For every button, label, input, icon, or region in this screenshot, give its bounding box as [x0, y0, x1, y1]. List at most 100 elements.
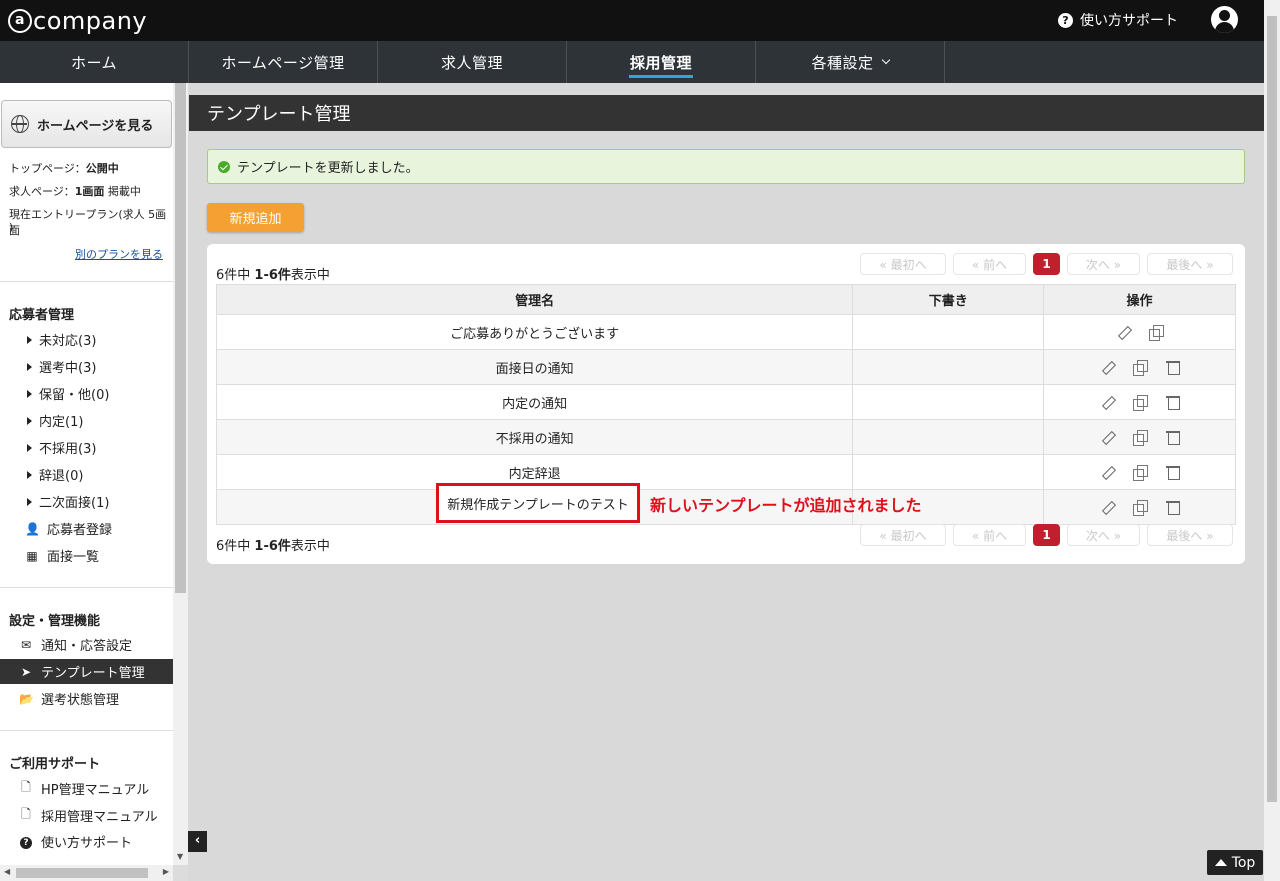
edit-pencil-icon[interactable]	[1116, 325, 1130, 339]
table-row: 不採用の通知	[215, 419, 1236, 455]
edit-pencil-icon[interactable]	[1100, 500, 1114, 514]
trash-icon[interactable]	[1165, 360, 1180, 375]
prev-page-button[interactable]: « 前へ	[953, 524, 1026, 546]
trash-icon[interactable]	[1165, 500, 1180, 515]
nav-home-label: ホーム	[70, 53, 118, 72]
copy-icon[interactable]	[1132, 465, 1148, 481]
column-header-name: 管理名	[215, 284, 854, 315]
edit-pencil-icon[interactable]	[1100, 430, 1114, 444]
template-list-panel: 6件中 1-6件表示中 « 最初へ « 前へ 1 次へ » 最後へ » 管理名 …	[207, 244, 1245, 564]
user-plus-icon: 👤	[25, 521, 40, 536]
first-page-button[interactable]: « 最初へ	[860, 253, 946, 275]
actions-cell	[1043, 314, 1236, 350]
trash-icon[interactable]	[1165, 395, 1180, 410]
caret-right-icon	[27, 497, 32, 506]
sidebar-item-offer[interactable]: 内定(1)	[0, 408, 173, 433]
support-section-title: ご利用サポート	[9, 757, 101, 772]
pagination-top: « 最初へ « 前へ 1 次へ » 最後へ »	[860, 253, 1233, 275]
sidebar-item-status-management[interactable]: 📂 選考状態管理	[0, 686, 173, 711]
last-page-button[interactable]: 最後へ »	[1147, 524, 1233, 546]
edit-pencil-icon[interactable]	[1100, 395, 1114, 409]
nav-recruitment-management[interactable]: 採用管理	[567, 41, 756, 83]
page-title: テンプレート管理	[189, 95, 1264, 131]
sidebar-item-declined[interactable]: 辞退(0)	[0, 462, 173, 487]
collapse-sidebar-button[interactable]: ‹	[188, 831, 207, 852]
sidebar-item-register-applicant[interactable]: 👤 応募者登録	[0, 516, 173, 541]
copy-icon[interactable]	[1132, 500, 1148, 516]
add-new-button[interactable]: 新規追加	[207, 203, 304, 232]
sidebar-item-hp-manual[interactable]: 🗋 HP管理マニュアル	[0, 776, 173, 801]
next-page-button[interactable]: 次へ »	[1067, 253, 1140, 275]
sidebar-item-label: テンプレート管理	[41, 666, 145, 681]
actions-cell	[1043, 384, 1236, 420]
sidebar-item-label: 選考中(3)	[39, 361, 97, 376]
sidebar-horizontal-scrollbar[interactable]: ◀ ▶	[0, 865, 173, 881]
sidebar-item-usage-support[interactable]: ? 使い方サポート	[0, 829, 173, 854]
sidebar-item-notification-settings[interactable]: ✉ 通知・応答設定	[0, 632, 173, 657]
calendar-icon: ▦	[26, 548, 38, 563]
globe-icon	[11, 115, 29, 133]
table-row: 面接日の通知	[215, 349, 1236, 385]
prev-page-button[interactable]: « 前へ	[953, 253, 1026, 275]
caret-right-icon	[27, 389, 32, 398]
next-page-button[interactable]: 次へ »	[1067, 524, 1140, 546]
view-homepage-label: ホームページを見る	[37, 118, 154, 134]
nav-job-management[interactable]: 求人管理	[378, 41, 567, 83]
trash-icon[interactable]	[1165, 465, 1180, 480]
sidebar-item-label: HP管理マニュアル	[41, 783, 150, 798]
settings-section-title: 設定・管理機能	[9, 614, 101, 629]
sidebar-item-second-interview[interactable]: 二次面接(1)	[0, 489, 173, 514]
caret-right-icon	[27, 443, 32, 452]
annotation-text: 新しいテンプレートが追加されました	[650, 496, 922, 515]
current-plan-cont: )	[9, 221, 14, 234]
question-circle-icon: ?	[1058, 12, 1073, 28]
sidebar-item-label: 未対応(3)	[39, 334, 97, 349]
top-label: Top	[1231, 854, 1256, 871]
column-header-draft: 下書き	[852, 284, 1045, 315]
nav-settings-dropdown[interactable]: 各種設定	[756, 41, 945, 83]
page-scrollbar[interactable]	[1264, 0, 1280, 881]
actions-cell	[1043, 349, 1236, 385]
current-page-button[interactable]: 1	[1033, 524, 1060, 546]
edit-pencil-icon[interactable]	[1100, 360, 1114, 374]
edit-pencil-icon[interactable]	[1100, 465, 1114, 479]
sidebar-item-pending[interactable]: 保留・他(0)	[0, 381, 173, 406]
copy-icon[interactable]	[1132, 360, 1148, 376]
table-row: 内定辞退	[215, 454, 1236, 490]
sidebar-item-template-management[interactable]: ➤ テンプレート管理	[0, 659, 173, 684]
nav-homepage-management[interactable]: ホームページ管理	[189, 41, 378, 83]
caret-right-icon	[27, 362, 32, 371]
sidebar-item-rejected[interactable]: 不採用(3)	[0, 435, 173, 460]
support-link[interactable]: ? 使い方サポート	[1058, 10, 1178, 30]
back-to-top-button[interactable]: Top	[1207, 850, 1263, 875]
question-circle-icon: ?	[19, 834, 33, 849]
company-logo[interactable]: a company	[8, 7, 147, 35]
highlighted-new-template: 新規作成テンプレートのテスト	[436, 483, 640, 523]
current-page-button[interactable]: 1	[1033, 253, 1060, 275]
other-plan-link[interactable]: 別のプランを見る	[75, 246, 163, 262]
sidebar-item-screening[interactable]: 選考中(3)	[0, 354, 173, 379]
sidebar-scrollbar[interactable]: ▼	[173, 83, 188, 865]
user-avatar-icon[interactable]	[1211, 6, 1238, 33]
nav-settings-label: 各種設定	[811, 53, 874, 72]
sidebar-item-label: 内定(1)	[39, 415, 84, 430]
last-page-button[interactable]: 最後へ »	[1147, 253, 1233, 275]
sidebar-item-label: 応募者登録	[47, 523, 113, 538]
sidebar-item-unhandled[interactable]: 未対応(3)	[0, 327, 173, 352]
copy-icon[interactable]	[1149, 325, 1165, 341]
logo-text: company	[33, 6, 148, 35]
draft-cell	[852, 349, 1045, 385]
trash-icon[interactable]	[1165, 430, 1180, 445]
copy-icon[interactable]	[1132, 430, 1148, 446]
nav-home[interactable]: ホーム	[0, 41, 189, 83]
draft-cell	[852, 419, 1045, 455]
sidebar-item-interview-list[interactable]: ▦ 面接一覧	[0, 543, 173, 568]
draft-cell	[852, 454, 1045, 490]
chevron-down-icon	[881, 55, 890, 65]
actions-cell	[1043, 489, 1236, 525]
first-page-button[interactable]: « 最初へ	[860, 524, 946, 546]
view-homepage-button[interactable]: ホームページを見る	[1, 100, 172, 148]
sidebar-item-label: 保留・他(0)	[39, 388, 110, 403]
copy-icon[interactable]	[1132, 395, 1148, 411]
sidebar-item-recruit-manual[interactable]: 🗋 採用管理マニュアル	[0, 803, 173, 828]
